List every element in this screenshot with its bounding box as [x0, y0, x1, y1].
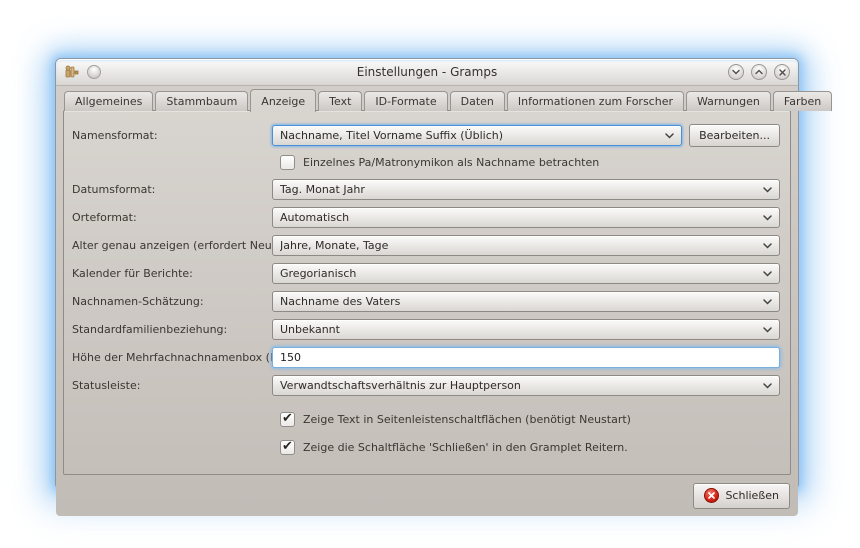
chevron-down-icon: [757, 298, 772, 305]
multi-surname-box-height-label: Höhe der Mehrfachnachnamenbox (Pixel):: [72, 351, 304, 364]
report-calendar-label: Kalender für Berichte:: [72, 267, 193, 280]
titlebar[interactable]: Einstellungen - Gramps: [56, 59, 798, 86]
chevron-down-icon: [757, 186, 772, 193]
window-menu-button[interactable]: [87, 65, 101, 79]
default-family-relation-row: Standardfamilienbeziehung: Unbekannt: [72, 319, 780, 340]
chevron-down-icon: [757, 242, 772, 249]
close-red-icon: [704, 488, 720, 503]
patronymic-checkbox[interactable]: [280, 155, 295, 170]
tab-text[interactable]: Text: [318, 91, 363, 111]
anzeige-tab-page: Namensformat: Nachname, Titel Vorname Su…: [63, 110, 791, 475]
surname-guessing-select[interactable]: Nachname des Vaters: [272, 291, 780, 312]
chevron-down-icon: [757, 326, 772, 333]
preferences-dialog: Einstellungen - Gramps Allgemeines Stamm…: [55, 58, 833, 516]
chevron-up-icon: [755, 69, 763, 75]
name-format-select[interactable]: Nachname, Titel Vorname Suffix (Üblich): [272, 125, 683, 146]
tab-id-formate[interactable]: ID-Formate: [364, 91, 448, 111]
surname-guessing-row: Nachnamen-Schätzung: Nachname des Vaters: [72, 291, 780, 312]
report-calendar-row: Kalender für Berichte: Gregorianisch: [72, 263, 780, 284]
sidebar-text-checkbox[interactable]: [280, 411, 295, 427]
date-format-label: Datumsformat:: [72, 183, 156, 196]
sidebar-text-checkbox-row: Zeige Text in Seitenleistenschaltflächen…: [280, 411, 780, 427]
age-display-row: Alter genau anzeigen (erfordert Neustart…: [72, 235, 780, 256]
gramps-app-icon: [64, 64, 80, 80]
default-family-relation-label: Standardfamilienbeziehung:: [72, 323, 228, 336]
age-display-select[interactable]: Jahre, Monate, Tage: [272, 235, 780, 256]
tab-informationen-zum-forscher[interactable]: Informationen zum Forscher: [506, 91, 684, 111]
tab-warnungen[interactable]: Warnungen: [686, 91, 771, 111]
name-format-row: Namensformat: Nachname, Titel Vorname Su…: [72, 124, 780, 147]
report-calendar-select[interactable]: Gregorianisch: [272, 263, 780, 284]
tab-allgemeines[interactable]: Allgemeines: [64, 91, 154, 111]
chevron-down-icon: [757, 214, 772, 221]
name-format-label: Namensformat:: [72, 129, 158, 142]
multi-surname-box-height-input[interactable]: [272, 347, 780, 368]
date-format-row: Datumsformat: Tag. Monat Jahr: [72, 179, 780, 200]
patronymic-checkbox-label: Einzelnes Pa/Matronymikon als Nachname b…: [303, 156, 600, 169]
chevron-down-icon: [659, 132, 674, 139]
surname-guessing-label: Nachnamen-Schätzung:: [72, 295, 204, 308]
close-dialog-button-label: Schließen: [725, 489, 779, 502]
status-bar-select[interactable]: Verwandtschaftsverhältnis zur Hauptperso…: [272, 375, 780, 396]
sidebar-text-checkbox-label: Zeige Text in Seitenleistenschaltflächen…: [303, 413, 631, 426]
gramplet-close-checkbox-row: Zeige die Schaltfläche 'Schließen' in de…: [280, 439, 780, 455]
default-family-relation-select[interactable]: Unbekannt: [272, 319, 780, 340]
window-title: Einstellungen - Gramps: [356, 65, 498, 79]
place-format-row: Orteformat: Automatisch: [72, 207, 780, 228]
chevron-down-icon: [732, 69, 740, 75]
tab-daten[interactable]: Daten: [449, 91, 505, 111]
place-format-select[interactable]: Automatisch: [272, 207, 780, 228]
multi-surname-box-height-row: Höhe der Mehrfachnachnamenbox (Pixel):: [72, 347, 780, 368]
close-icon: [778, 68, 786, 76]
place-format-label: Orteformat:: [72, 211, 137, 224]
status-bar-label: Statusleiste:: [72, 379, 141, 392]
action-bar: Schließen: [63, 475, 791, 516]
edit-name-format-button[interactable]: Bearbeiten...: [689, 124, 780, 147]
tab-anzeige[interactable]: Anzeige: [250, 89, 317, 112]
age-display-label: Alter genau anzeigen (erfordert Neustart…: [72, 239, 306, 252]
close-window-button[interactable]: [774, 64, 790, 80]
tab-farben[interactable]: Farben: [772, 91, 833, 111]
gramplet-close-checkbox-label: Zeige die Schaltfläche 'Schließen' in de…: [303, 441, 628, 454]
patronymic-checkbox-row: Einzelnes Pa/Matronymikon als Nachname b…: [280, 155, 780, 170]
date-format-select[interactable]: Tag. Monat Jahr: [272, 179, 780, 200]
status-bar-row: Statusleiste: Verwandtschaftsverhältnis …: [72, 375, 780, 396]
gramplet-close-checkbox[interactable]: [280, 439, 295, 455]
maximize-button[interactable]: [751, 64, 767, 80]
chevron-down-icon: [757, 382, 772, 389]
close-dialog-button[interactable]: Schließen: [693, 482, 790, 509]
chevron-down-icon: [757, 270, 772, 277]
tab-bar: Allgemeines Stammbaum Anzeige Text ID-Fo…: [63, 89, 833, 112]
minimize-button[interactable]: [728, 64, 744, 80]
tab-stammbaum[interactable]: Stammbaum: [155, 91, 249, 111]
